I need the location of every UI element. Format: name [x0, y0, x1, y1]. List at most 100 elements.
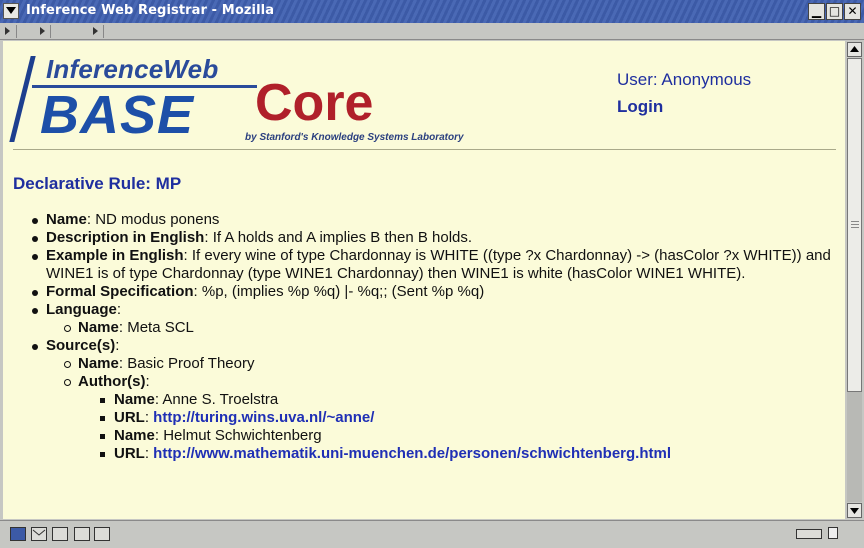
bullet-icon [64, 361, 71, 368]
expand-toolbar-arrow-icon[interactable] [40, 27, 45, 35]
field-colon: : [144, 409, 154, 426]
rule-details: Name: ND modus ponens Description in Eng… [32, 211, 837, 463]
author-url-link[interactable]: http://www.mathematik.uni-muenchen.de/pe… [153, 445, 671, 462]
logo-slash [9, 56, 36, 142]
grip-line [851, 224, 859, 225]
bullet-icon [100, 452, 105, 457]
inferenceweb-base-core-logo: InferenceWeb BASE Core by Stanford's Kno… [9, 52, 538, 150]
field-value: : %p, (implies %p %q) |- %q;; (Sent %p %… [193, 283, 485, 300]
mail-envelope-icon [32, 529, 46, 536]
close-button[interactable]: ✕ [844, 3, 861, 20]
scroll-down-button[interactable] [847, 503, 862, 518]
field-label: Name [114, 391, 155, 408]
bullet-icon [32, 218, 38, 224]
list-item-source-name: Name: Basic Proof Theory [64, 355, 837, 373]
field-value: : Anne S. Troelstra [154, 391, 279, 408]
field-value: : Helmut Schwichtenberg [154, 427, 322, 444]
security-lock-icon[interactable] [828, 527, 838, 539]
bullet-icon [32, 254, 38, 260]
grip-line [851, 227, 859, 228]
bullet-icon [100, 434, 105, 439]
list-item-language-name: Name: Meta SCL [64, 319, 837, 337]
field-label: Name [114, 427, 155, 444]
toolbar-separator [50, 25, 51, 38]
status-bar [0, 520, 864, 548]
field-label: Example in English [46, 247, 184, 264]
expand-toolbar-arrow-icon[interactable] [93, 27, 98, 35]
list-item-authors: Author(s): [64, 373, 837, 391]
chevron-down-icon [6, 7, 16, 14]
field-label: URL [114, 445, 145, 462]
current-user: User: Anonymous [617, 70, 752, 89]
mail-icon[interactable] [31, 527, 47, 541]
close-icon: ✕ [847, 4, 858, 18]
page-title: Declarative Rule: MP [13, 174, 182, 193]
field-colon: : [116, 301, 122, 318]
bullet-icon [64, 325, 71, 332]
list-item-sources: Source(s): [32, 337, 837, 355]
field-label: Description in English [46, 229, 205, 246]
maximize-icon: □ [828, 4, 841, 18]
bullet-icon [64, 379, 71, 386]
arrow-down-icon [850, 508, 859, 514]
bullet-icon [100, 398, 105, 403]
field-label: Name [46, 211, 87, 228]
field-value: : ND modus ponens [86, 211, 220, 228]
scroll-thumb[interactable] [847, 58, 862, 392]
field-value: : Meta SCL [118, 319, 194, 336]
field-label: Language [46, 301, 117, 318]
chat-icon[interactable] [94, 527, 110, 541]
bullet-icon [32, 344, 38, 350]
list-item-author-url: URL: http://www.mathematik.uni-muenchen.… [100, 445, 837, 463]
window-titlebar[interactable]: Inference Web Registrar - Mozilla ▁ □ ✕ [0, 0, 864, 23]
grip-line [851, 221, 859, 222]
bullet-icon [32, 290, 38, 296]
page-content: InferenceWeb BASE Core by Stanford's Kno… [3, 41, 845, 519]
field-label: Name [78, 355, 119, 372]
login-link[interactable]: Login [617, 97, 663, 117]
bullet-icon [32, 308, 38, 314]
list-item-example: Example in English: If every wine of typ… [32, 247, 837, 283]
bullet-icon [32, 236, 38, 242]
window-menu-button[interactable] [3, 3, 19, 19]
minimize-button[interactable]: ▁ [808, 3, 825, 20]
arrow-up-icon [850, 46, 859, 52]
online-status-icon[interactable] [796, 529, 822, 539]
list-item-author-name: Name: Anne S. Troelstra [100, 391, 837, 409]
window-title: Inference Web Registrar - Mozilla [26, 3, 275, 18]
maximize-button[interactable]: □ [826, 3, 843, 20]
field-colon: : [115, 337, 120, 354]
list-item-author-url: URL: http://turing.wins.uva.nl/~anne/ [100, 409, 837, 427]
addressbook-icon[interactable] [74, 527, 90, 541]
author-url-link[interactable]: http://turing.wins.uva.nl/~anne/ [153, 409, 374, 426]
list-item-description: Description in English: If A holds and A… [32, 229, 837, 247]
expand-toolbar-arrow-icon[interactable] [5, 27, 10, 35]
list-item-formal-spec: Formal Specification: %p, (implies %p %q… [32, 283, 837, 301]
logo-base: BASE [40, 85, 195, 145]
field-label: Name [78, 319, 119, 336]
list-item-name: Name: ND modus ponens [32, 211, 837, 229]
minimize-icon: ▁ [811, 4, 822, 18]
vertical-scrollbar[interactable] [846, 41, 864, 519]
navigator-icon[interactable] [10, 527, 26, 541]
field-value: : Basic Proof Theory [118, 355, 255, 372]
logo-tagline: by Stanford's Knowledge Systems Laborato… [245, 132, 464, 143]
bullet-icon [100, 416, 105, 421]
divider [13, 149, 836, 150]
field-label: URL [114, 409, 145, 426]
list-item-author-name: Name: Helmut Schwichtenberg [100, 427, 837, 445]
toolbar-separator [103, 25, 104, 38]
field-label: Source(s) [46, 337, 116, 354]
field-label: Formal Specification [46, 283, 194, 300]
field-label: Author(s) [78, 373, 146, 390]
list-item-language: Language: [32, 301, 837, 319]
logo-core: Core [255, 74, 374, 132]
logo-inferenceweb: InferenceWeb [46, 54, 219, 84]
toolbar-separator [16, 25, 17, 38]
collapsed-toolbars [0, 23, 864, 40]
field-value: : If A holds and A implies B then B hold… [204, 229, 473, 246]
composer-icon[interactable] [52, 527, 68, 541]
field-colon: : [145, 373, 150, 390]
scroll-up-button[interactable] [847, 42, 862, 57]
field-colon: : [144, 445, 154, 462]
